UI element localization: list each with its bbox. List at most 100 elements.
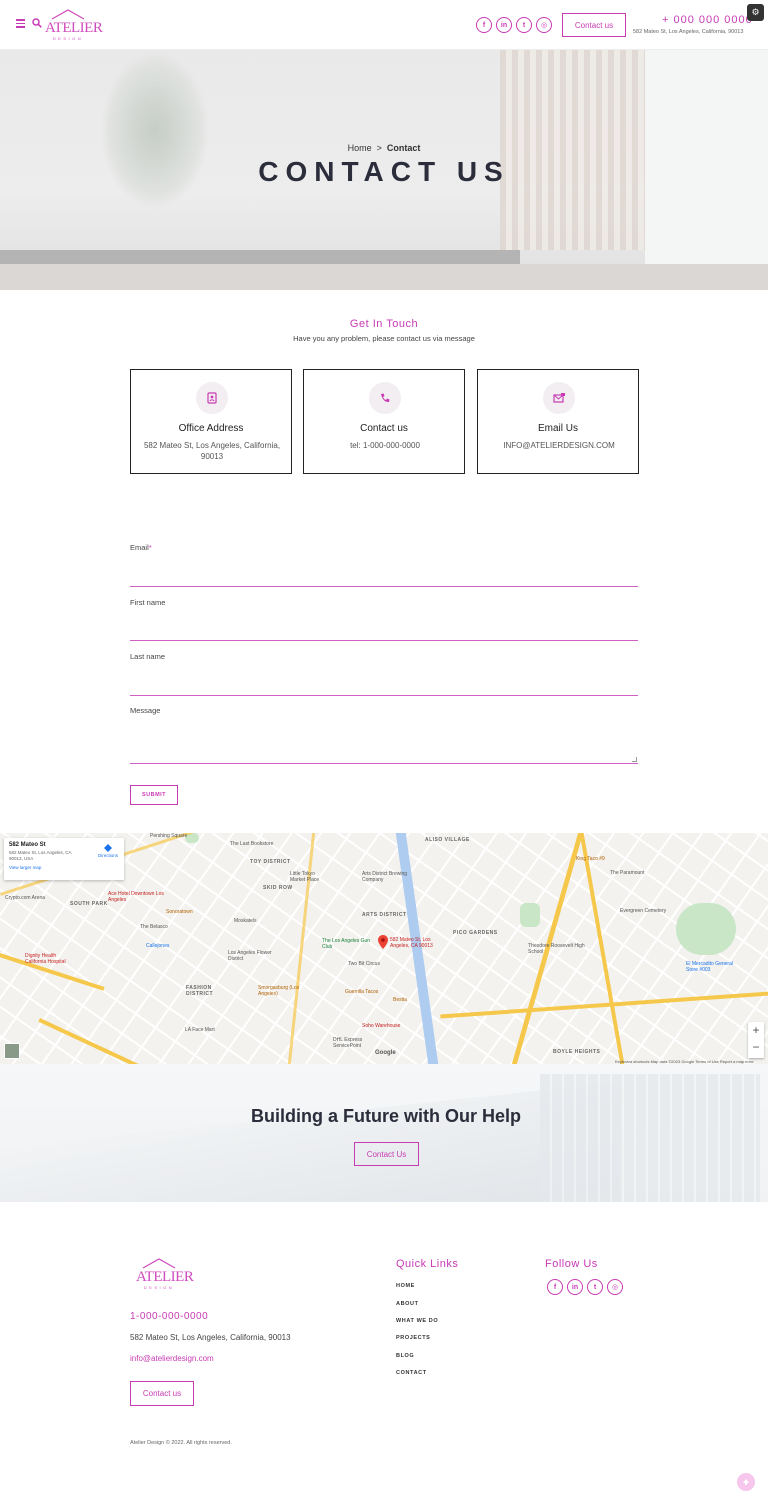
map-label: King Taco #9: [576, 856, 605, 862]
email-field[interactable]: [130, 586, 638, 587]
map-label: El Mercadito General Store #003: [686, 961, 733, 973]
footer-logo[interactable]: ATELIER DESIGN: [136, 1257, 194, 1291]
footer-link-blog[interactable]: BLOG: [396, 1353, 414, 1359]
map-label: TOY DISTRICT: [250, 859, 291, 865]
zoom-out-button[interactable]: −: [748, 1039, 764, 1056]
card-text[interactable]: tel: 1-000-000-0000: [314, 440, 456, 451]
breadcrumb: Home > Contact: [0, 143, 768, 153]
map-satellite-toggle[interactable]: [4, 1043, 20, 1059]
map-label: The Belasco: [140, 924, 168, 930]
map-label: ARTS DISTRICT: [362, 912, 407, 918]
contact-card: Contact us tel: 1-000-000-0000: [303, 369, 465, 474]
textarea-resize-handle[interactable]: [632, 757, 637, 762]
instagram-icon[interactable]: ◎: [607, 1279, 623, 1295]
scroll-to-top-button[interactable]: [737, 1473, 755, 1491]
map-label: The Los Angeles Gun Club: [322, 938, 371, 950]
email-icon: [543, 382, 575, 414]
search-icon[interactable]: [32, 18, 42, 28]
directions-label: Directions: [97, 853, 118, 858]
header-contact-button[interactable]: Contact us: [562, 13, 626, 37]
map-label: DHL Express ServicePoint: [333, 1037, 363, 1049]
logo-roof-icon: [51, 9, 85, 20]
quick-links-title: Quick Links: [396, 1258, 459, 1270]
linkedin-icon[interactable]: in: [496, 17, 512, 33]
last-name-field[interactable]: [130, 695, 638, 696]
directions-button[interactable]: Directions: [98, 844, 118, 858]
submit-button[interactable]: SUBMIT: [130, 785, 178, 805]
breadcrumb-current: Contact: [386, 143, 421, 153]
map-place-address: 582 Mateo St, Los Angeles, CA 90013, USA: [9, 850, 72, 861]
logo-roof-icon: [142, 1258, 176, 1269]
map-label: Callejones: [146, 943, 170, 949]
footer-address: 582 Mateo St, Los Angeles, California, 9…: [130, 1333, 291, 1342]
last-name-label: Last name: [130, 652, 166, 661]
copyright: Atelier Design © 2022. All rights reserv…: [130, 1440, 232, 1446]
logo-subtext: DESIGN: [52, 36, 84, 41]
message-field[interactable]: [130, 763, 638, 764]
cta-banner: [0, 1064, 768, 1202]
map-label: Bestia: [393, 997, 407, 1003]
card-title: Office Address: [178, 423, 244, 434]
map-label: SOUTH PARK: [70, 901, 108, 907]
first-name-field[interactable]: [130, 640, 638, 641]
message-label: Message: [130, 706, 161, 715]
map-label: The Paramount: [610, 870, 645, 876]
map-label: Arts District Brewing Company: [362, 871, 408, 883]
footer-link-home[interactable]: HOME: [396, 1283, 415, 1289]
footer-link-about[interactable]: ABOUT: [396, 1301, 419, 1307]
menu-icon[interactable]: [16, 19, 25, 28]
map-label: FASHION DISTRICT: [186, 985, 214, 997]
footer-email[interactable]: info@atelierdesign.com: [130, 1354, 214, 1363]
zoom-in-button[interactable]: +: [748, 1022, 764, 1039]
address-book-icon: [196, 382, 228, 414]
footer-link-projects[interactable]: PROJECTS: [396, 1335, 430, 1341]
logo-subtext: DESIGN: [143, 1285, 175, 1290]
banner-overlay: [0, 1064, 768, 1202]
google-logo: Google: [375, 1050, 396, 1056]
view-larger-map-link[interactable]: View larger map: [9, 865, 119, 870]
map-label: Dignity Health California Hospital: [25, 953, 66, 965]
twitter-icon[interactable]: t: [587, 1279, 603, 1295]
facebook-icon[interactable]: f: [547, 1279, 563, 1295]
map-label: PICO GARDENS: [453, 930, 498, 936]
map-label: Theodore Roosevelt High School: [528, 943, 585, 955]
footer-link-what-we-do[interactable]: WHAT WE DO: [396, 1318, 438, 1324]
footer-contact-button[interactable]: Contact us: [130, 1381, 194, 1406]
directions-icon: [103, 844, 112, 852]
breadcrumb-separator: >: [376, 143, 382, 153]
section-title: Get In Touch: [349, 318, 419, 330]
map-label: Ace Hotel Downtown Los Angeles: [108, 891, 164, 903]
footer-link-contact[interactable]: CONTACT: [396, 1370, 427, 1376]
map-label: Little Tokyo Market Place: [290, 871, 320, 883]
site-header: ATELIER DESIGN f in t ◎ Contact us + 000…: [0, 0, 768, 50]
header-phone[interactable]: + 000 000 0000: [662, 14, 753, 26]
card-text: 582 Mateo St, Los Angeles, California, 9…: [143, 441, 281, 461]
map-label: SKID ROW: [263, 885, 293, 891]
breadcrumb-home[interactable]: Home: [348, 143, 372, 153]
map-label: Evergreen Cemetery: [620, 908, 667, 914]
email-card: Email Us INFO@ATELIERDESIGN.COM: [477, 369, 639, 474]
card-text[interactable]: INFO@ATELIERDESIGN.COM: [488, 440, 630, 451]
follow-us-title: Follow Us: [545, 1258, 598, 1270]
map-pin-icon[interactable]: [378, 935, 388, 949]
hubspot-icon[interactable]: ⚙: [747, 4, 764, 21]
linkedin-icon[interactable]: in: [567, 1279, 583, 1295]
map-zoom-control: + −: [748, 1022, 764, 1058]
map-label: Los Angeles Flower District: [228, 950, 272, 962]
required-mark: *: [148, 543, 152, 552]
header-social-links: f in t ◎: [476, 17, 552, 33]
map-label: Moskatels: [234, 918, 257, 924]
instagram-icon[interactable]: ◎: [536, 17, 552, 33]
office-address-card: Office Address 582 Mateo St, Los Angeles…: [130, 369, 292, 474]
map-label: Crypto.com Arena: [5, 895, 46, 901]
footer-phone[interactable]: 1-000-000-0000: [130, 1311, 208, 1322]
site-logo[interactable]: ATELIER DESIGN: [45, 8, 103, 42]
banner-contact-button[interactable]: Contact Us: [354, 1142, 419, 1166]
twitter-icon[interactable]: t: [516, 17, 532, 33]
facebook-icon[interactable]: f: [476, 17, 492, 33]
map-label: ALISO VILLAGE: [425, 837, 470, 843]
map-label: Two Bit Circus: [348, 961, 380, 967]
logo-text: ATELIER: [45, 20, 103, 36]
banner-title: Building a Future with Our Help: [251, 1106, 521, 1126]
card-title: Email Us: [537, 423, 578, 434]
